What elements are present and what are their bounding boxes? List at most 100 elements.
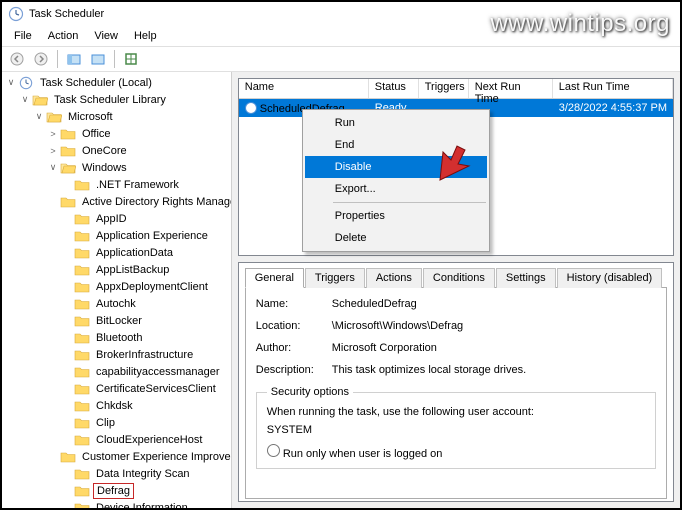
tab-strip: General Triggers Actions Conditions Sett… [245,268,667,288]
tree-view[interactable]: ∨Task Scheduler (Local)∨Task Scheduler L… [2,72,232,508]
tree-label: Chkdsk [93,399,136,413]
tab-conditions[interactable]: Conditions [423,268,495,288]
tree-microsoft[interactable]: ∨Microsoft [2,108,231,125]
tree-label: Windows [79,161,130,175]
tree-folder-bitlocker[interactable]: BitLocker [2,312,231,329]
toolbar-btn-1[interactable] [63,48,85,70]
tree-label: ApplicationData [93,246,176,260]
tree-folder-applicationdata[interactable]: ApplicationData [2,244,231,261]
tree-folder-bluetooth[interactable]: Bluetooth [2,329,231,346]
menu-bar: File Action View Help [2,26,680,46]
tree-folder-clip[interactable]: Clip [2,414,231,431]
tree-label: Microsoft [65,110,116,124]
tab-settings[interactable]: Settings [496,268,556,288]
tree-folder-active-directory-rights-managem[interactable]: Active Directory Rights Managem [2,193,231,210]
tree-folder-data-integrity-scan[interactable]: Data Integrity Scan [2,465,231,482]
col-status[interactable]: Status [369,79,419,98]
tree-folder-appxdeploymentclient[interactable]: AppxDeploymentClient [2,278,231,295]
tree-folder-application-experience[interactable]: Application Experience [2,227,231,244]
tree-folder-cloudexperiencehost[interactable]: CloudExperienceHost [2,431,231,448]
menu-action[interactable]: Action [40,28,87,44]
tree-label: Office [79,127,114,141]
tree-label: Active Directory Rights Managem [79,195,232,209]
tree-folder-autochk[interactable]: Autochk [2,295,231,312]
run-logged-label: Run only when user is logged on [283,448,443,460]
security-when-text: When running the task, use the following… [267,406,645,418]
tree-windows[interactable]: ∨Windows [2,159,231,176]
security-legend: Security options [267,386,353,398]
name-value: ScheduledDefrag [332,298,417,310]
tree-label: Data Integrity Scan [93,467,193,481]
author-value: Microsoft Corporation [332,342,437,354]
ctx-disable[interactable]: Disable [305,156,487,178]
tree-label: Clip [93,416,118,430]
ctx-end[interactable]: End [305,134,487,156]
tree-onecore[interactable]: >OneCore [2,142,231,159]
tree-folder-certificateservicesclient[interactable]: CertificateServicesClient [2,380,231,397]
tree-folder-brokerinfrastructure[interactable]: BrokerInfrastructure [2,346,231,363]
tree-label: capabilityaccessmanager [93,365,223,379]
toolbar-separator [57,50,58,68]
tree-label: CertificateServicesClient [93,382,219,396]
tree-label: Task Scheduler (Local) [37,76,155,90]
tree-folder-customer-experience-improveme[interactable]: Customer Experience Improveme [2,448,231,465]
col-triggers[interactable]: Triggers [419,79,469,98]
toolbar-btn-3[interactable] [120,48,142,70]
menu-help[interactable]: Help [126,28,165,44]
toolbar [2,46,680,72]
tree-label: Defrag [93,483,134,499]
menu-file[interactable]: File [6,28,40,44]
back-button[interactable] [6,48,28,70]
ctx-run[interactable]: Run [305,112,487,134]
security-options-group: Security options When running the task, … [256,386,656,469]
window-title: Task Scheduler [29,8,104,20]
right-pane: Name Status Triggers Next Run Time Last … [232,72,680,508]
tab-history[interactable]: History (disabled) [557,268,663,288]
ctx-delete[interactable]: Delete [305,227,487,249]
ctx-export[interactable]: Export... [305,178,487,200]
tree-root[interactable]: ∨Task Scheduler (Local) [2,74,231,91]
tree-folder-capabilityaccessmanager[interactable]: capabilityaccessmanager [2,363,231,380]
location-label: Location: [256,320,332,332]
run-logged-radio[interactable] [267,444,280,457]
forward-button[interactable] [30,48,52,70]
tree-label: .NET Framework [93,178,182,192]
tree-folder-device-information[interactable]: Device Information [2,499,231,508]
tree-library[interactable]: ∨Task Scheduler Library [2,91,231,108]
app-icon [8,6,24,22]
col-lastrun[interactable]: Last Run Time [553,79,673,98]
context-menu: Run End Disable Export... Properties Del… [302,109,490,252]
task-icon [245,102,257,114]
name-label: Name: [256,298,332,310]
tree-folder-applistbackup[interactable]: AppListBackup [2,261,231,278]
tab-general[interactable]: General [245,268,304,288]
main-area: ∨Task Scheduler (Local)∨Task Scheduler L… [2,72,680,508]
tree-label: OneCore [79,144,130,158]
tree-folder-appid[interactable]: AppID [2,210,231,227]
tree-label: BitLocker [93,314,145,328]
tree-folder--net-framework[interactable]: .NET Framework [2,176,231,193]
col-nextrun[interactable]: Next Run Time [469,79,553,98]
tree-folder-defrag[interactable]: Defrag [2,482,231,499]
toolbar-btn-2[interactable] [87,48,109,70]
ctx-properties[interactable]: Properties [305,205,487,227]
author-label: Author: [256,342,332,354]
task-detail-panel: General Triggers Actions Conditions Sett… [238,262,674,502]
tree-label: AppListBackup [93,263,172,277]
menu-view[interactable]: View [86,28,126,44]
tree-label: Autochk [93,297,139,311]
cell-lastrun: 3/28/2022 4:55:37 PM [553,101,673,115]
tab-actions[interactable]: Actions [366,268,422,288]
tree-office[interactable]: >Office [2,125,231,142]
task-list-panel: Name Status Triggers Next Run Time Last … [238,78,674,256]
tree-label: Device Information [93,501,191,509]
tree-label: Bluetooth [93,331,145,345]
toolbar-separator [114,50,115,68]
tab-triggers[interactable]: Triggers [305,268,365,288]
col-name[interactable]: Name [239,79,369,98]
security-account: SYSTEM [267,424,645,436]
list-header[interactable]: Name Status Triggers Next Run Time Last … [239,79,673,99]
tree-folder-chkdsk[interactable]: Chkdsk [2,397,231,414]
description-value: This task optimizes local storage drives… [332,364,526,376]
tree-label: AppxDeploymentClient [93,280,211,294]
